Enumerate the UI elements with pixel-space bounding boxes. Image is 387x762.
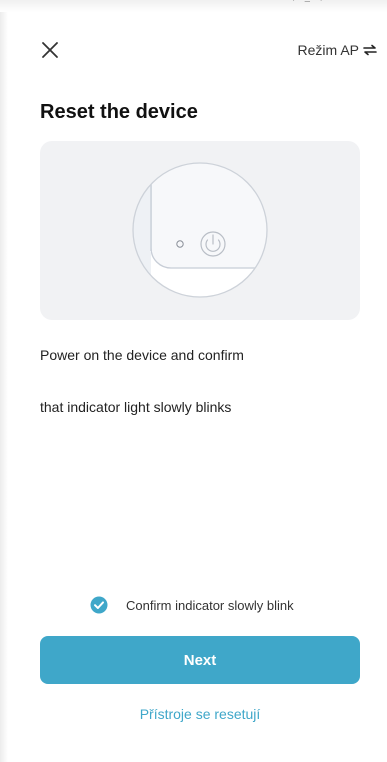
close-icon <box>42 42 58 58</box>
status-bar-icons: ∙ ≡ ∙ <box>292 0 326 6</box>
instruction-text-line-2: that indicator light slowly blinks <box>40 399 232 415</box>
reset-device-screen: ∙ ≡ ∙ Režim AP Reset the device Power on… <box>0 0 387 762</box>
check-circle-icon <box>90 596 108 614</box>
next-button[interactable]: Next <box>40 636 360 684</box>
ap-mode-label: Režim AP <box>297 42 359 58</box>
device-reset-help-link[interactable]: Přístroje se resetují <box>0 706 387 722</box>
ap-mode-switch[interactable]: Režim AP <box>298 40 377 60</box>
screen-edge-shadow <box>0 0 8 762</box>
switch-arrows-icon <box>363 44 377 56</box>
device-illustration-card <box>40 141 360 320</box>
device-power-button-icon <box>132 162 268 298</box>
page-title: Reset the device <box>40 101 198 123</box>
close-button[interactable] <box>38 38 62 62</box>
confirm-blink-checkbox[interactable]: Confirm indicator slowly blink <box>90 596 294 614</box>
instruction-text-line-1: Power on the device and confirm <box>40 347 244 363</box>
confirm-blink-label: Confirm indicator slowly blink <box>126 597 294 613</box>
